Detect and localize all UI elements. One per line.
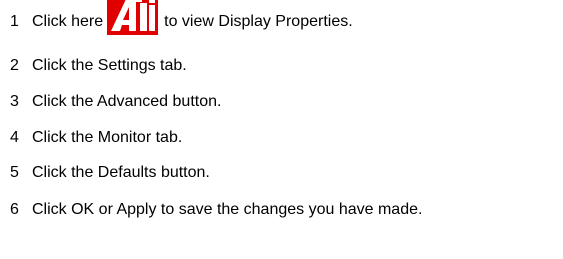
step-text: Click the Settings tab. [32, 57, 187, 74]
step-text: Click the Monitor tab. [32, 129, 183, 146]
step-text: Click OK or Apply to save the changes yo… [32, 201, 423, 218]
step-6: 6 Click OK or Apply to save the changes … [10, 200, 422, 220]
step-number: 2 [10, 57, 19, 74]
step-text: Click the Advanced button. [32, 93, 222, 110]
step-number: 4 [10, 129, 19, 146]
step-3: 3 Click the Advanced button. [10, 92, 221, 112]
step-5: 5 Click the Defaults button. [10, 163, 210, 183]
step-number: 6 [10, 201, 19, 218]
step-number: 5 [10, 164, 19, 181]
step-text: Click the Defaults button. [32, 164, 210, 181]
ati-logo-icon [107, 0, 159, 35]
step-4: 4 Click the Monitor tab. [10, 128, 182, 148]
step-text-prefix: Click here [32, 13, 104, 30]
step-text-suffix: to view Display Properties. [164, 13, 353, 30]
step-number: 1 [10, 13, 19, 30]
help-instructions: 1 Click here to view Display Properties.… [0, 0, 563, 259]
step-2: 2 Click the Settings tab. [10, 56, 187, 76]
step-number: 3 [10, 93, 19, 110]
step-1: 1 Click here to view Display Properties. [10, 0, 353, 35]
ati-logo-link[interactable] [107, 0, 159, 35]
